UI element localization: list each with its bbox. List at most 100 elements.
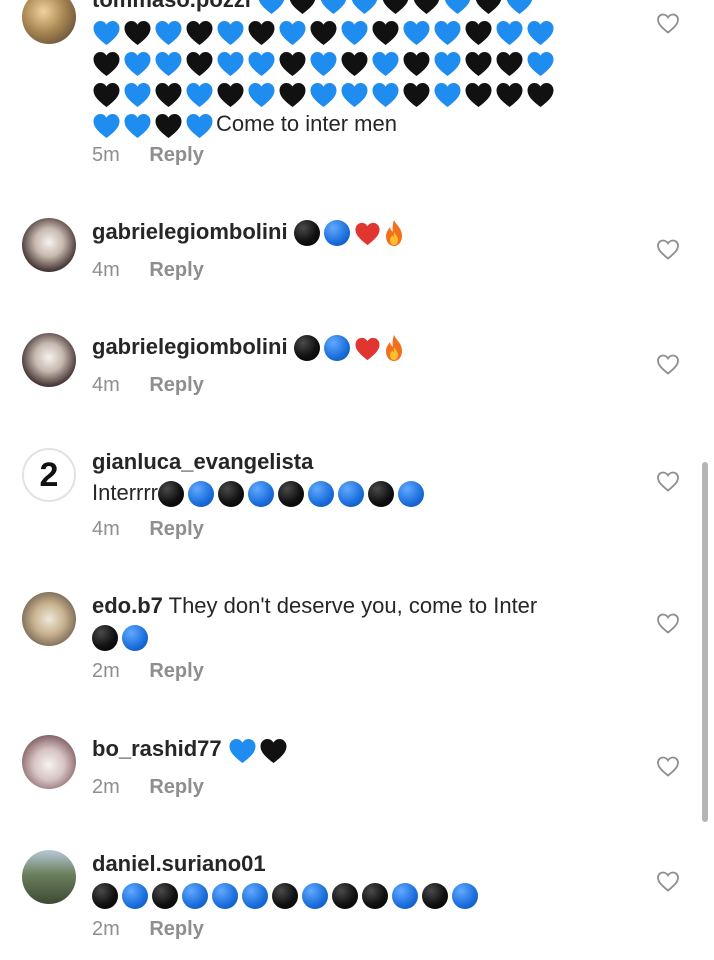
emoji-row (92, 77, 644, 108)
black-circle-emoji (218, 481, 244, 508)
comment-header: gianluca_evangelista (92, 446, 644, 477)
reply-button[interactable]: Reply (149, 374, 203, 396)
blue-heart-emoji (217, 51, 244, 76)
black-heart-emoji (403, 82, 430, 107)
scrollbar[interactable] (702, 462, 708, 822)
black-heart-emoji (527, 82, 554, 107)
avatar[interactable] (22, 333, 76, 387)
blue-heart-emoji (248, 51, 275, 76)
blue-heart-emoji (93, 20, 120, 45)
black-circle-emoji (272, 883, 298, 910)
comment-header: tommaso.pozzi (92, 0, 644, 15)
black-heart-emoji (186, 20, 213, 45)
comment-username[interactable]: bo_rashid77 (92, 736, 222, 761)
comment-time: 2m (92, 918, 120, 940)
black-circle-emoji (332, 883, 358, 910)
emoji-row (257, 0, 536, 14)
heart-outline-icon[interactable] (656, 238, 680, 260)
blue-heart-emoji (124, 113, 151, 138)
blue-heart-emoji (321, 0, 347, 14)
comment-username[interactable]: gabrielegiombolini (92, 219, 288, 244)
heart-outline-icon[interactable] (656, 353, 680, 375)
black-circle-emoji (293, 220, 320, 247)
black-circle-emoji (92, 625, 118, 652)
blue-circle-emoji (302, 883, 328, 910)
black-heart-emoji (124, 20, 151, 45)
red-heart-emoji (355, 222, 380, 245)
comment-time: 2m (92, 776, 120, 798)
blue-heart-emoji (229, 738, 256, 763)
comment-text: Interrrr (92, 480, 158, 505)
emoji-row (293, 334, 407, 362)
comment-username[interactable]: tommaso.pozzi (92, 0, 251, 12)
black-heart-emoji (383, 0, 409, 14)
heart-outline-icon[interactable] (656, 470, 680, 492)
blue-circle-emoji (188, 481, 214, 508)
blue-heart-emoji (372, 51, 399, 76)
blue-heart-emoji (445, 0, 471, 14)
black-circle-emoji (368, 481, 394, 508)
avatar[interactable] (22, 592, 76, 646)
heart-outline-icon[interactable] (656, 612, 680, 634)
blue-heart-emoji (155, 20, 182, 45)
heart-outline-icon[interactable] (656, 12, 680, 34)
comment-time: 2m (92, 660, 120, 682)
black-heart-emoji (186, 51, 213, 76)
reply-button[interactable]: Reply (149, 776, 203, 798)
heart-outline-icon[interactable] (656, 870, 680, 892)
comment-username[interactable]: gabrielegiombolini (92, 334, 288, 359)
avatar[interactable] (22, 735, 76, 789)
black-heart-emoji (248, 20, 275, 45)
black-heart-emoji (260, 738, 287, 763)
avatar[interactable] (22, 0, 76, 44)
fire-emoji (385, 220, 402, 247)
comment-username[interactable]: gianluca_evangelista (92, 449, 313, 474)
avatar[interactable]: 2 (22, 448, 76, 502)
avatar[interactable] (22, 218, 76, 272)
avatar-initial: 2 (39, 455, 59, 494)
blue-heart-emoji (279, 20, 306, 45)
reply-button[interactable]: Reply (149, 918, 203, 940)
black-heart-emoji (341, 51, 368, 76)
comment-header: gabrielegiombolini (92, 216, 644, 247)
blue-heart-emoji (186, 113, 213, 138)
comment-last-line: Come to inter men (92, 108, 644, 139)
black-circle-emoji (92, 883, 118, 910)
blue-circle-emoji (122, 625, 148, 652)
comment-meta: 4m Reply (92, 374, 204, 397)
black-circle-emoji (158, 481, 184, 508)
black-circle-emoji (152, 883, 178, 910)
blue-circle-emoji (323, 220, 350, 247)
comment-meta: 5m Reply (92, 144, 204, 167)
black-heart-emoji (93, 51, 120, 76)
comment-username[interactable]: edo.b7 (92, 593, 163, 618)
black-heart-emoji (476, 0, 502, 14)
black-circle-emoji (422, 883, 448, 910)
reply-button[interactable]: Reply (149, 518, 203, 540)
emoji-row (92, 46, 644, 77)
blue-heart-emoji (93, 113, 120, 138)
blue-heart-emoji (434, 51, 461, 76)
reply-button[interactable]: Reply (149, 144, 203, 166)
blue-circle-emoji (338, 481, 364, 508)
blue-heart-emoji (124, 51, 151, 76)
reply-button[interactable]: Reply (149, 660, 203, 682)
blue-heart-emoji (352, 0, 378, 14)
blue-heart-emoji (310, 82, 337, 107)
comment-username[interactable]: daniel.suriano01 (92, 851, 266, 876)
emoji-row (92, 15, 644, 46)
red-heart-emoji (355, 337, 380, 360)
comment-header: daniel.suriano01 (92, 848, 644, 879)
comment-header: edo.b7 They don't deserve you, come to I… (92, 590, 644, 621)
blue-circle-emoji (242, 883, 268, 910)
comment-meta: 4m Reply (92, 518, 204, 541)
avatar[interactable] (22, 850, 76, 904)
blue-heart-emoji (527, 51, 554, 76)
emoji-row (158, 480, 428, 508)
emoji-row (228, 736, 290, 763)
blue-circle-emoji (122, 883, 148, 910)
heart-outline-icon[interactable] (656, 755, 680, 777)
reply-button[interactable]: Reply (149, 259, 203, 281)
blue-heart-emoji (372, 82, 399, 107)
comment-text: Come to inter men (216, 111, 397, 136)
